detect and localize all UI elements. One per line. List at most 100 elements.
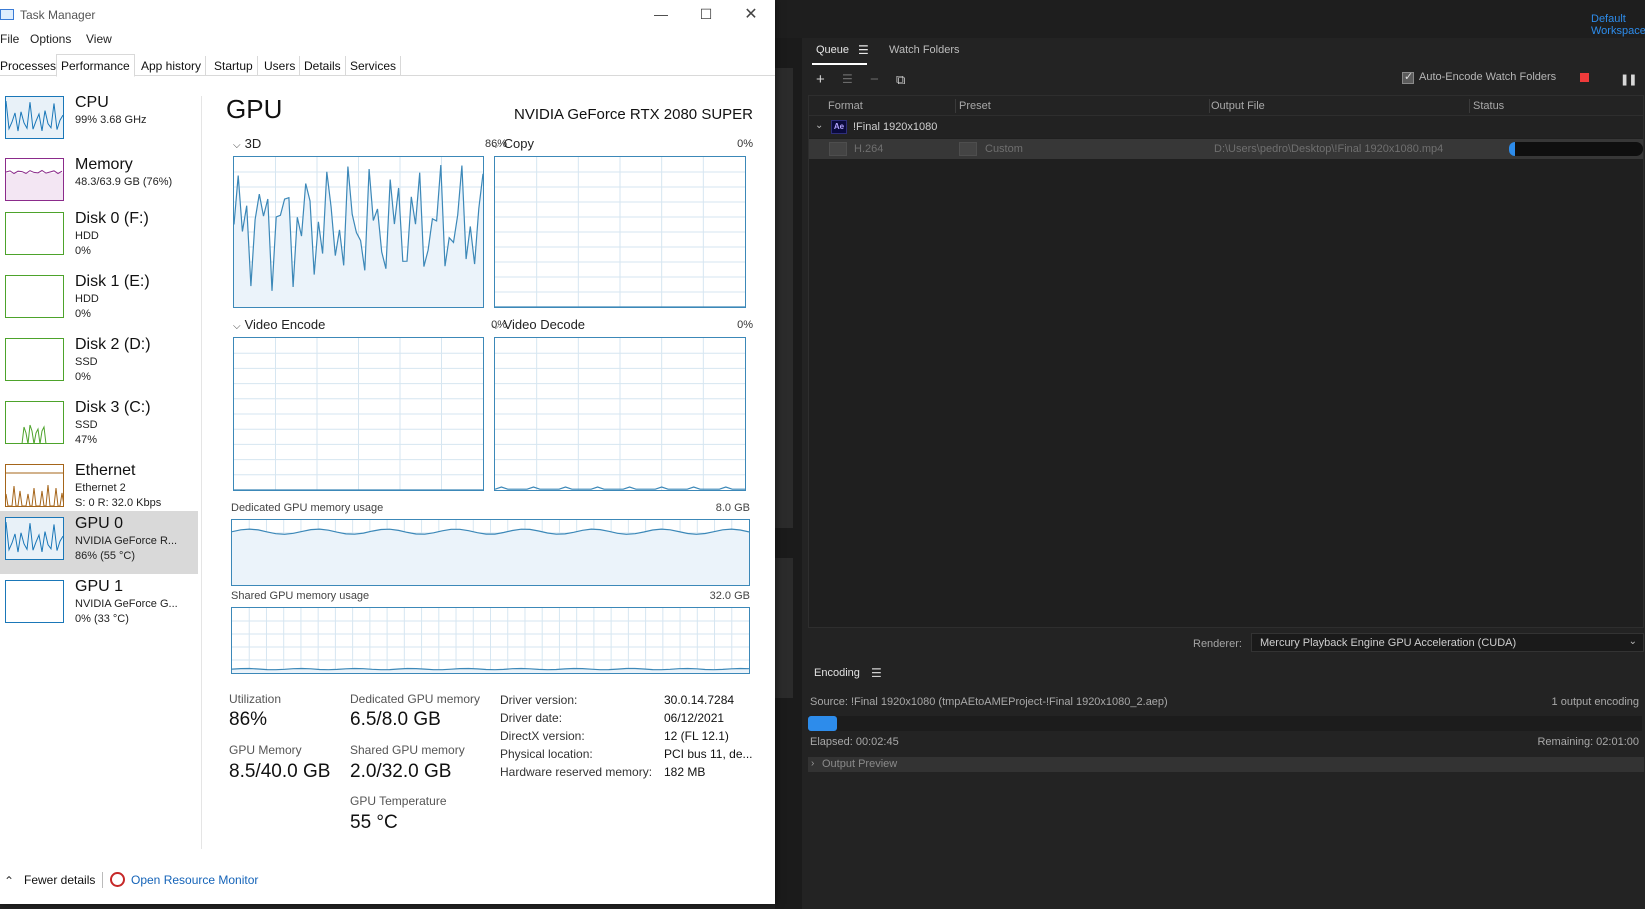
sliders-icon[interactable]: ☰ <box>842 72 853 87</box>
gpu-model: NVIDIA GeForce RTX 2080 SUPER <box>514 106 753 123</box>
chevron-down-icon: ⌵ <box>233 321 241 332</box>
column-header-status[interactable]: Status <box>1473 100 1504 112</box>
chevron-down-icon[interactable]: ⌄ <box>815 120 823 131</box>
column-separator <box>1209 99 1210 113</box>
encoding-menu-icon[interactable]: ☰ <box>871 666 882 680</box>
sidebar-thumbnail-graph <box>5 212 64 255</box>
info-value: 06/12/2021 <box>664 711 725 725</box>
sidebar-item-detail: NVIDIA GeForce G... <box>75 598 178 610</box>
sidebar-item-detail: Ethernet 2 <box>75 482 126 494</box>
info-value: 12 (FL 12.1) <box>664 729 729 743</box>
task-manager-window: Task Manager — ☐ ✕ File Options View Pro… <box>0 0 775 904</box>
sidebar-item-name: GPU 0 <box>75 515 124 532</box>
queue-output-file[interactable]: D:\Users\pedro\Desktop\!Final 1920x1080.… <box>1214 143 1443 155</box>
queue-header: Format Preset Output File Status <box>809 96 1643 116</box>
sidebar-item-cpu[interactable]: CPU 99% 3.68 GHz <box>0 90 198 150</box>
sidebar-item-detail: HDD <box>75 230 99 242</box>
sidebar-item-disk-0-f[interactable]: Disk 0 (F:) HDD 0% <box>0 206 198 268</box>
queue-group[interactable]: ⌄ Ae !Final 1920x1080 <box>809 116 1643 138</box>
tab-encoding[interactable]: Encoding <box>814 667 860 679</box>
engine-label-video-decode[interactable]: ⌵ Video Decode <box>492 317 585 332</box>
workspace-name[interactable]: Default Workspace <box>1591 13 1645 37</box>
auto-encode-checkbox[interactable] <box>1402 70 1414 84</box>
preset-dropdown[interactable] <box>959 142 977 156</box>
sidebar-item-disk-1-e[interactable]: Disk 1 (E:) HDD 0% <box>0 269 198 331</box>
tab-performance[interactable]: Performance <box>56 54 135 77</box>
tab-processes[interactable]: Processes <box>0 56 62 76</box>
sidebar-item-name: CPU <box>75 94 109 111</box>
encoding-panel: Encoding ☰ Source: !Final 1920x1080 (tmp… <box>804 660 1645 909</box>
minus-icon[interactable]: − <box>870 72 879 87</box>
encoding-count: 1 output encoding <box>1551 696 1639 708</box>
graph-dedicated-memory <box>231 519 750 586</box>
sidebar-item-name: Disk 2 (D:) <box>75 336 151 353</box>
sidebar-item-name: Memory <box>75 156 133 173</box>
minimize-icon[interactable]: — <box>651 6 671 22</box>
sidebar-item-gpu-0[interactable]: GPU 0 NVIDIA GeForce R... 86% (55 °C) <box>0 511 198 574</box>
sidebar-item-name: GPU 1 <box>75 578 124 595</box>
renderer-select[interactable]: Mercury Playback Engine GPU Acceleration… <box>1251 633 1644 652</box>
shared-memory-max: 32.0 GB <box>709 590 750 602</box>
info-value: 182 MB <box>664 765 706 779</box>
sidebar-item-disk-3-c[interactable]: Disk 3 (C:) SSD 47% <box>0 395 198 457</box>
close-icon[interactable]: ✕ <box>741 4 761 24</box>
tab-services[interactable]: Services <box>346 56 402 76</box>
pause-queue-button[interactable]: ❚❚ <box>1620 73 1637 86</box>
sidebar-item-disk-2-d[interactable]: Disk 2 (D:) SSD 0% <box>0 332 198 394</box>
engine-pct-video-decode: 0% <box>737 319 753 331</box>
menu-view[interactable]: View <box>86 32 112 46</box>
output-preview-toggle[interactable]: › Output Preview <box>808 757 1644 772</box>
sidebar-item-detail: 0% <box>75 245 91 257</box>
queue-row[interactable]: H.264 Custom D:\Users\pedro\Desktop\!Fin… <box>809 139 1643 159</box>
column-header-preset[interactable]: Preset <box>959 100 991 112</box>
plus-icon[interactable]: + <box>816 72 825 87</box>
column-header-format[interactable]: Format <box>828 100 863 112</box>
fewer-details-button[interactable]: Fewer details <box>24 873 95 887</box>
shared-memory-label: Shared GPU memory usage <box>231 590 370 602</box>
output-preview-label: Output Preview <box>822 758 898 770</box>
dedicated-memory-max: 8.0 GB <box>715 502 750 514</box>
chevron-up-icon[interactable]: ⌃ <box>4 874 14 888</box>
stop-queue-button[interactable] <box>1580 73 1589 82</box>
engine-name: Video Decode <box>503 317 586 332</box>
engine-label-3d[interactable]: ⌵ 3D <box>233 136 261 151</box>
sidebar-item-detail: 99% 3.68 GHz <box>75 114 147 126</box>
queue-format[interactable]: H.264 <box>854 143 883 155</box>
tab-app-history[interactable]: App history <box>137 56 207 76</box>
sidebar-item-memory[interactable]: Memory 48.3/63.9 GB (76%) <box>0 152 198 206</box>
tab-startup[interactable]: Startup <box>210 56 258 76</box>
queue-preset[interactable]: Custom <box>985 143 1023 155</box>
graph-copy <box>494 156 746 308</box>
column-separator <box>1469 99 1470 113</box>
shared-gpu-memory-value: 2.0/32.0 GB <box>350 761 452 782</box>
tab-users[interactable]: Users <box>260 56 301 76</box>
title-bar[interactable]: Task Manager — ☐ ✕ <box>0 0 775 30</box>
engine-label-copy[interactable]: ⌵ Copy <box>492 136 534 151</box>
auto-encode-label: Auto-Encode Watch Folders <box>1419 71 1557 83</box>
duplicate-icon[interactable]: ⧉ <box>896 72 905 87</box>
queue-list: Format Preset Output File Status ⌄ Ae !F… <box>808 95 1644 628</box>
sidebar-item-detail: NVIDIA GeForce R... <box>75 535 178 547</box>
maximize-icon[interactable]: ☐ <box>696 6 716 23</box>
engine-label-video-encode[interactable]: ⌵ Video Encode <box>233 317 325 332</box>
format-dropdown[interactable] <box>829 142 847 156</box>
sidebar-item-gpu-1[interactable]: GPU 1 NVIDIA GeForce G... 0% (33 °C) <box>0 574 198 636</box>
tab-queue[interactable]: Queue <box>816 44 849 56</box>
queue-menu-icon[interactable]: ☰ <box>858 43 869 57</box>
menu-options[interactable]: Options <box>30 32 71 46</box>
info-value: 30.0.14.7284 <box>664 693 735 707</box>
encoding-progress-fill <box>808 716 837 731</box>
tab-details[interactable]: Details <box>300 56 346 76</box>
sidebar-thumbnail-graph <box>5 96 64 139</box>
tab-watch-folders[interactable]: Watch Folders <box>889 44 960 56</box>
open-resource-monitor-link[interactable]: Open Resource Monitor <box>131 873 258 887</box>
sidebar-item-detail: 47% <box>75 434 98 446</box>
menu-file[interactable]: File <box>0 32 19 46</box>
column-header-output-file[interactable]: Output File <box>1211 100 1265 112</box>
encoding-elapsed: Elapsed: 00:02:45 <box>810 736 899 748</box>
info-label: Driver version: <box>500 693 578 707</box>
chevron-down-icon: ⌄ <box>1628 636 1637 647</box>
info-value: PCI bus 11, de... <box>664 747 753 761</box>
utilization-value: 86% <box>229 709 268 730</box>
chevron-down-icon: ⌵ <box>233 140 241 151</box>
